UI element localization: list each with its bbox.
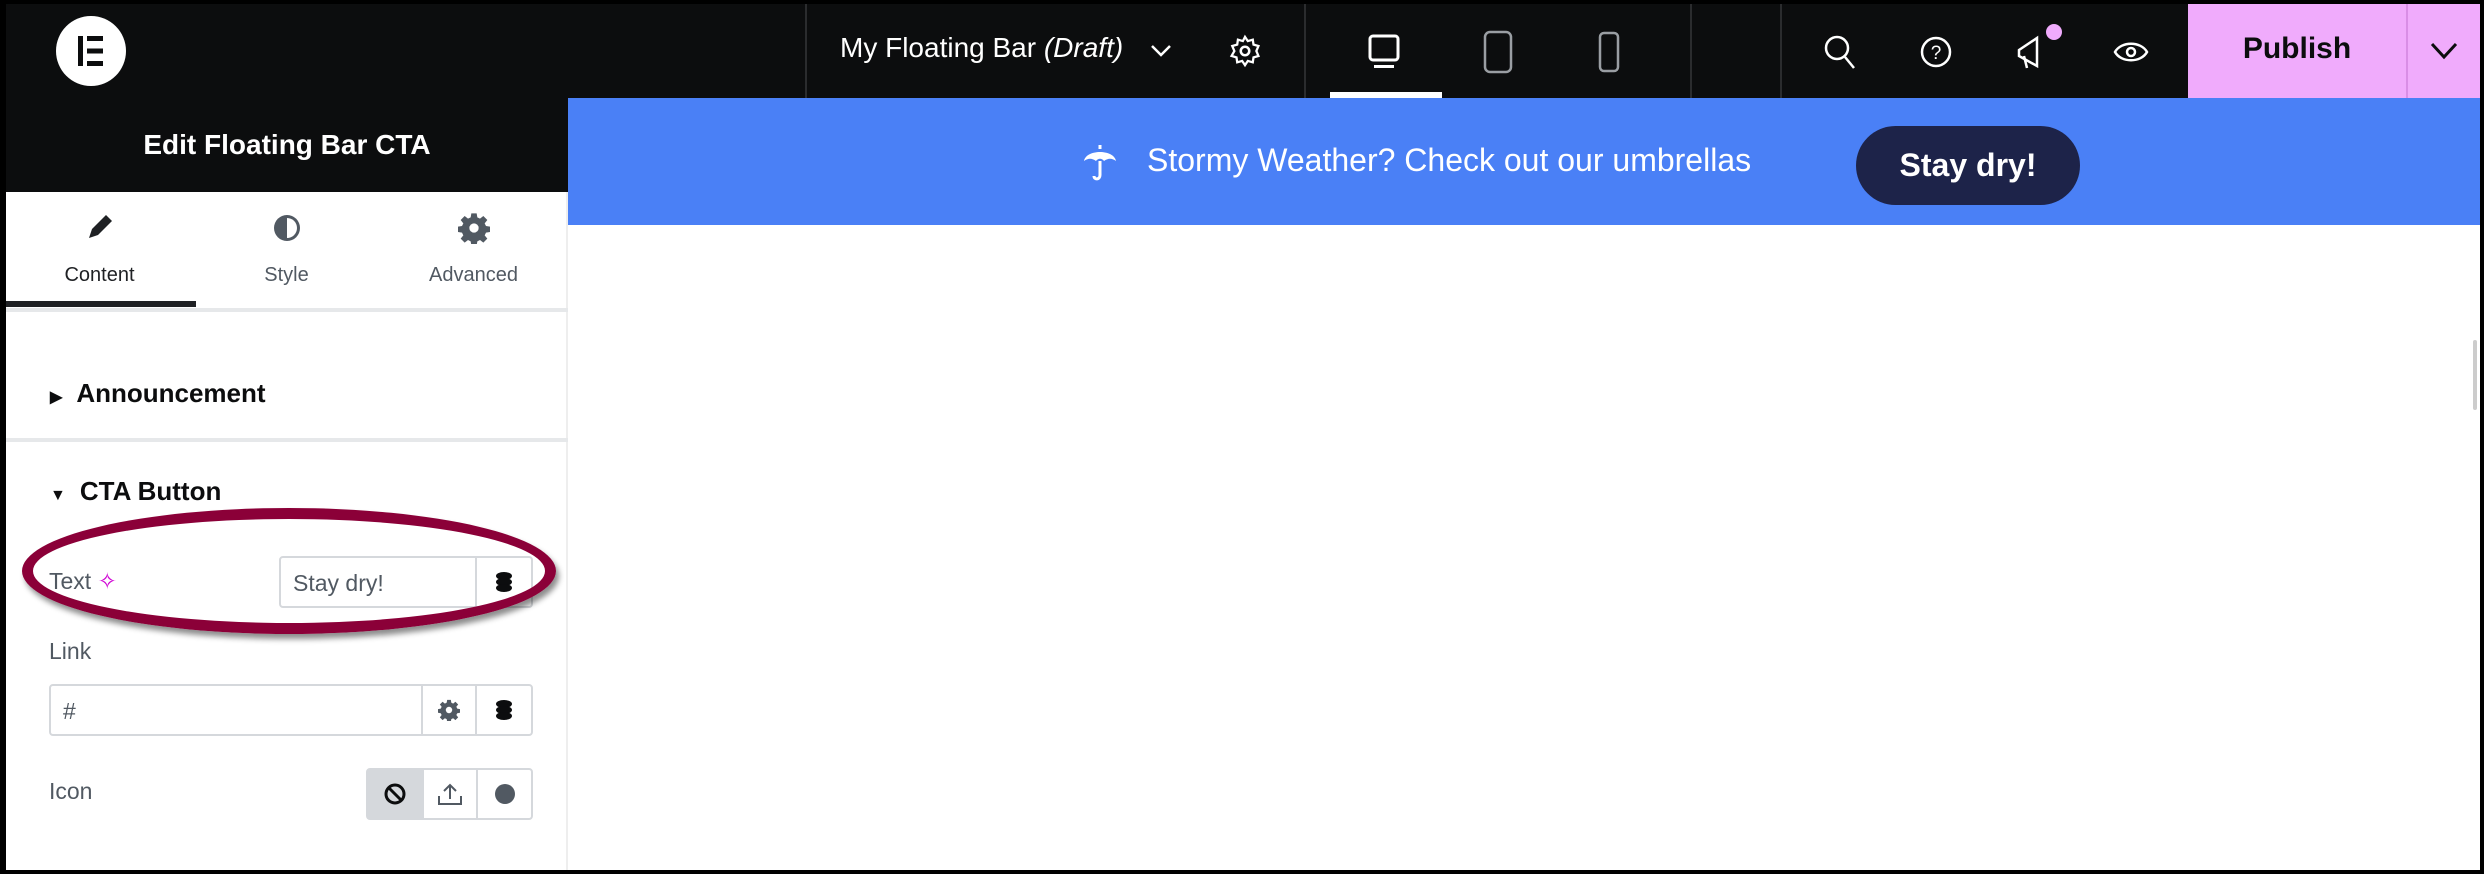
circle-icon[interactable] — [476, 770, 531, 818]
link-options-gear-icon[interactable] — [421, 686, 475, 734]
pencil-icon — [6, 212, 193, 242]
section-title: CTA Button — [79, 476, 222, 506]
icon-choose-control — [366, 768, 533, 820]
publish-button-group: Publish — [2188, 4, 2480, 98]
eye-icon[interactable] — [2110, 32, 2152, 72]
active-tab-indicator — [6, 301, 196, 307]
svg-text:?: ? — [1931, 43, 1942, 64]
divider — [6, 308, 568, 312]
document-name: My Floating Bar — [840, 32, 1037, 63]
divider — [805, 4, 807, 98]
tab-label: Content — [64, 264, 135, 286]
none-icon[interactable] — [368, 770, 422, 818]
document-title[interactable]: My Floating Bar (Draft) — [840, 32, 1123, 64]
highlight-annotation — [22, 508, 556, 634]
publish-options-chevron-icon[interactable] — [2408, 4, 2480, 98]
tab-label: Style — [264, 264, 309, 286]
notification-dot — [2046, 24, 2062, 40]
chevron-down-icon[interactable] — [1146, 36, 1176, 66]
dynamic-tags-icon[interactable] — [475, 686, 531, 734]
floating-bar-preview[interactable]: Stormy Weather? Check out our umbrellas … — [568, 98, 2480, 225]
search-icon[interactable] — [1820, 32, 1860, 72]
desktop-icon[interactable] — [1364, 30, 1404, 74]
tab-label: Advanced — [429, 264, 518, 286]
top-bar: My Floating Bar (Draft) ? Publish — [6, 4, 2480, 98]
tab-content[interactable]: Content — [6, 192, 193, 307]
editor-panel: Edit Floating Bar CTA Content Style Adva… — [6, 98, 568, 870]
scrollbar[interactable] — [2473, 340, 2477, 410]
announcement-text: Stormy Weather? Check out our umbrellas — [1147, 142, 1752, 178]
publish-button[interactable]: Publish — [2188, 32, 2406, 66]
link-input[interactable]: # — [49, 684, 533, 736]
divider — [1304, 4, 1306, 98]
caret-down-icon: ▼ — [50, 487, 66, 504]
document-status: (Draft) — [1043, 32, 1124, 63]
section-title: Announcement — [76, 378, 266, 408]
tab-style[interactable]: Style — [193, 192, 380, 307]
gear-icon — [380, 212, 567, 244]
divider — [1780, 4, 1782, 98]
link-input-value: # — [63, 698, 76, 724]
divider — [6, 438, 568, 442]
caret-right-icon: ▶ — [50, 389, 63, 406]
section-cta-button[interactable]: ▼ CTA Button — [50, 476, 221, 507]
cta-button[interactable]: Stay dry! — [1856, 126, 2080, 205]
section-announcement[interactable]: ▶ Announcement — [50, 378, 266, 409]
panel-title: Edit Floating Bar CTA — [6, 98, 568, 192]
divider — [1690, 4, 1692, 98]
contrast-icon — [193, 212, 380, 244]
umbrella-icon — [1078, 140, 1122, 184]
editor-window: My Floating Bar (Draft) ? Publish Stormy… — [6, 4, 2480, 870]
tab-advanced[interactable]: Advanced — [380, 192, 567, 307]
help-icon[interactable]: ? — [1916, 32, 1956, 72]
upload-icon[interactable] — [422, 770, 476, 818]
tablet-icon[interactable] — [1480, 28, 1516, 76]
settings-icon[interactable] — [1226, 32, 1264, 70]
icon-label: Icon — [49, 778, 93, 804]
elementor-logo[interactable] — [56, 16, 126, 86]
mobile-icon[interactable] — [1594, 30, 1624, 74]
link-label: Link — [49, 638, 92, 664]
